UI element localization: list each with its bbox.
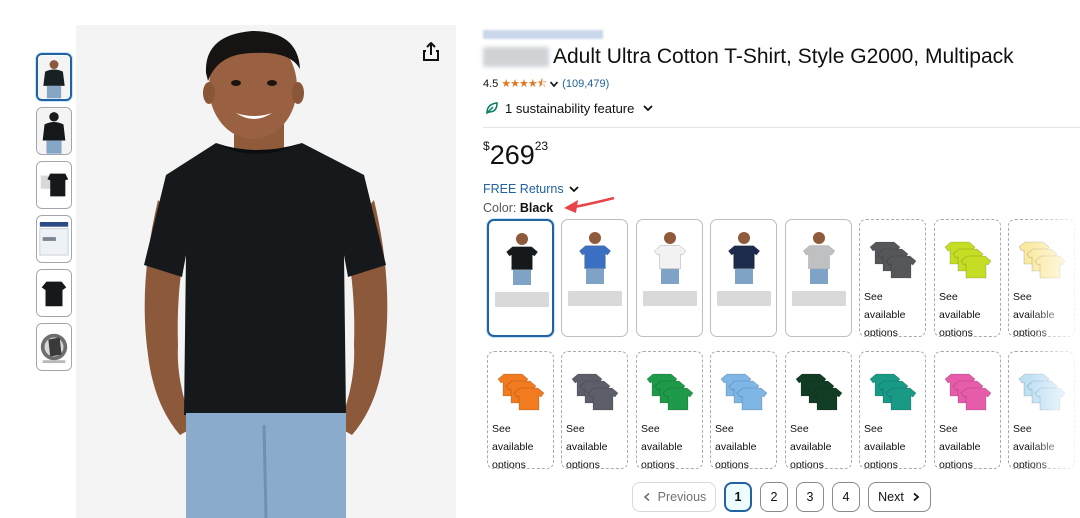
- rating-row: 4.5 ★★★★⯪ (109,479): [483, 77, 609, 91]
- page-3-button[interactable]: 3: [796, 482, 824, 512]
- tshirt-stack-icon: [497, 373, 545, 411]
- color-swatch-forest-green[interactable]: See available options: [785, 351, 852, 469]
- color-label-prefix: Color:: [483, 201, 517, 215]
- previous-page-button[interactable]: Previous: [632, 482, 716, 512]
- model-tshirt-icon: [506, 233, 539, 285]
- color-swatch-orange[interactable]: See available options: [487, 351, 554, 469]
- chevron-right-icon: [913, 492, 920, 502]
- color-swatch-dark-heather[interactable]: See available options: [561, 351, 628, 469]
- thumbnail-image: [38, 55, 70, 99]
- annotation-arrow-icon: [564, 196, 615, 213]
- tshirt-stack-icon: [869, 373, 917, 411]
- page-1-button[interactable]: 1: [724, 482, 752, 512]
- color-swatch-royal-blue[interactable]: [561, 219, 628, 337]
- thumbnail-3[interactable]: [36, 161, 72, 209]
- thumbnail-image: [37, 162, 71, 208]
- tshirt-stack-icon: [646, 373, 694, 411]
- model-tshirt-icon: [728, 232, 761, 284]
- color-swatch-irish-green[interactable]: See available options: [636, 351, 703, 469]
- swatch-availability-text: See available options: [939, 291, 981, 337]
- brand-name-redacted: [483, 47, 549, 67]
- swatch-price-redacted: [643, 291, 697, 306]
- brand-link-redacted[interactable]: [483, 30, 603, 39]
- swatch-availability-text: See available options: [566, 423, 608, 469]
- price-fraction: 23: [534, 139, 549, 153]
- thumbnail-4[interactable]: [36, 215, 72, 263]
- product-title: Adult Ultra Cotton T-Shirt, Style G2000,…: [553, 45, 1014, 68]
- review-count-link[interactable]: (109,479): [562, 78, 609, 90]
- color-swatch-charcoal[interactable]: See available options: [859, 219, 926, 337]
- page-2-button[interactable]: 2: [760, 482, 788, 512]
- color-swatch-azalea[interactable]: See available options: [934, 351, 1001, 469]
- swatch-price-redacted: [792, 291, 846, 306]
- model-tshirt-icon: [579, 232, 612, 284]
- swatch-price-redacted: [717, 291, 771, 306]
- rating-value: 4.5: [483, 78, 499, 90]
- selected-color-name: Black: [519, 201, 554, 215]
- swatch-availability-text: See available options: [939, 423, 981, 469]
- swatch-availability-text: See available options: [864, 423, 906, 469]
- divider: [483, 127, 1080, 128]
- price-whole: 269: [489, 140, 535, 170]
- page-number: 1: [734, 490, 742, 504]
- next-label: Next: [878, 490, 904, 504]
- thumbnail-1[interactable]: [36, 53, 72, 101]
- tshirt-stack-icon: [720, 373, 768, 411]
- price: $26923: [483, 139, 549, 170]
- previous-label: Previous: [657, 490, 707, 504]
- thumbnail-strip: [36, 53, 72, 377]
- share-icon[interactable]: [418, 39, 444, 65]
- model-tshirt-icon: [803, 232, 836, 284]
- thumbnail-image: [37, 216, 71, 262]
- color-swatch-white[interactable]: [636, 219, 703, 337]
- color-swatch-carolina-blue[interactable]: See available options: [710, 351, 777, 469]
- tshirt-stack-icon: [944, 241, 992, 279]
- page-number: 2: [770, 490, 778, 504]
- sustainability-label: 1 sustainability feature: [505, 100, 635, 116]
- leaf-icon: [486, 102, 498, 115]
- color-swatch-sport-grey[interactable]: [785, 219, 852, 337]
- thumbnail-image: [37, 108, 71, 154]
- model-wearing-black-tshirt: [76, 25, 456, 518]
- sustainability-feature-toggle[interactable]: 1 sustainability feature: [485, 99, 654, 117]
- star-rating-icon[interactable]: ★★★★⯪: [501, 75, 547, 94]
- chevron-left-icon: [643, 492, 650, 502]
- tshirt-stack-icon: [795, 373, 843, 411]
- page-number: 3: [806, 490, 814, 504]
- thumbnail-image: [37, 270, 71, 316]
- free-returns-label: FREE Returns: [483, 182, 564, 196]
- scroll-fade: [1028, 215, 1080, 480]
- swatch-availability-text: See available options: [492, 423, 534, 469]
- thumbnail-video[interactable]: [36, 323, 72, 371]
- tshirt-stack-icon: [944, 373, 992, 411]
- tshirt-stack-icon: [869, 241, 917, 279]
- video-thumbnail-icon: [37, 324, 71, 370]
- page-number: 4: [842, 490, 850, 504]
- swatch-price-redacted: [495, 292, 549, 307]
- color-label: Color: Black: [483, 201, 553, 215]
- color-swatch-jade-dome[interactable]: See available options: [859, 351, 926, 469]
- thumbnail-5[interactable]: [36, 269, 72, 317]
- price-symbol: $: [483, 139, 490, 153]
- swatch-availability-text: See available options: [790, 423, 832, 469]
- color-swatch-safety-green[interactable]: See available options: [934, 219, 1001, 337]
- swatch-availability-text: See available options: [864, 291, 906, 337]
- chevron-down-icon: [643, 105, 653, 112]
- swatch-availability-text: See available options: [715, 423, 757, 469]
- swatch-price-redacted: [568, 291, 622, 306]
- thumbnail-2[interactable]: [36, 107, 72, 155]
- main-product-image[interactable]: [76, 25, 456, 518]
- tshirt-stack-icon: [571, 373, 619, 411]
- color-swatch-navy[interactable]: [710, 219, 777, 337]
- page-4-button[interactable]: 4: [832, 482, 860, 512]
- color-swatch-black[interactable]: [487, 219, 554, 337]
- next-page-button[interactable]: Next: [868, 482, 931, 512]
- chevron-down-icon[interactable]: [549, 79, 559, 89]
- model-tshirt-icon: [654, 232, 687, 284]
- swatch-availability-text: See available options: [641, 423, 683, 469]
